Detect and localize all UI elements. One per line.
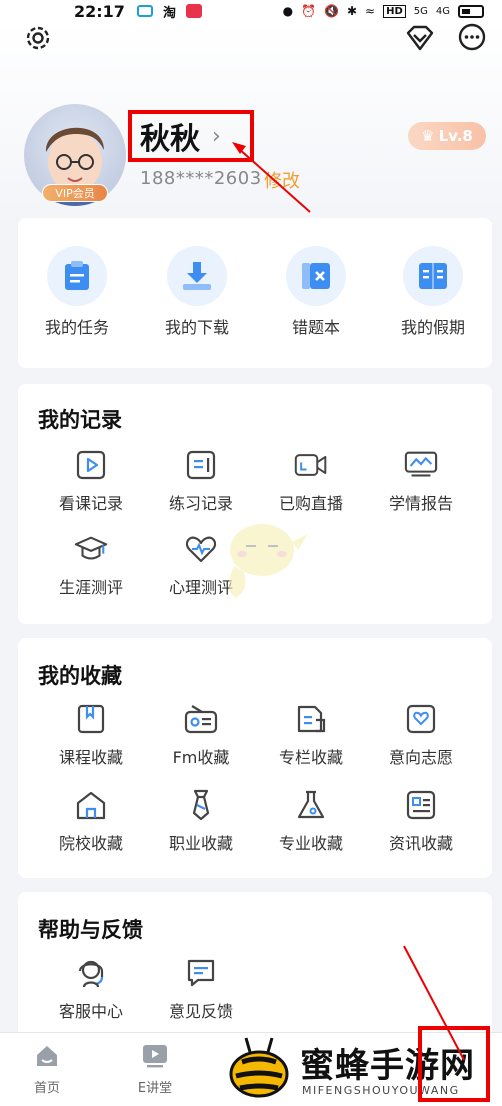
nav-label: E讲堂 (137, 1081, 173, 1096)
status-time: 22:17 (74, 1, 125, 21)
report-monitor-icon (404, 448, 438, 482)
quick-action-label: 错题本 (291, 318, 340, 337)
favorite-label: Fm收藏 (172, 748, 230, 767)
level-badge[interactable]: ♛ Lv.8 (408, 122, 486, 150)
favorite-label: 资讯收藏 (388, 834, 453, 853)
chat-icon[interactable] (456, 22, 488, 54)
practice-icon (184, 448, 218, 482)
nav-home[interactable]: 首页 (12, 1043, 82, 1096)
bilibili-icon (136, 5, 153, 17)
flask-icon (294, 788, 328, 822)
record-label: 学情报告 (388, 494, 453, 513)
records-title: 我的记录 (38, 408, 122, 432)
column-doc-icon (294, 702, 328, 736)
favorite-label: 课程收藏 (58, 748, 123, 767)
quick-action-wrongbook[interactable]: 错题本 (261, 246, 371, 338)
heart-pulse-icon (184, 532, 218, 566)
help-label: 客服中心 (58, 1002, 123, 1021)
help-label: 意见反馈 (168, 1002, 233, 1021)
signal-4g-icon: 4G (435, 5, 450, 17)
favorites-card: 我的收藏 课程收藏 Fm收藏 专栏收藏 意向志愿 院校收藏 职业收藏 专业收藏 … (18, 638, 492, 878)
help-card: 帮助与反馈 客服中心 意见反馈 (18, 892, 492, 1042)
book-icon (403, 246, 463, 306)
quick-actions-card: 我的任务 我的下载 错题本 我的假期 (18, 218, 492, 368)
record-item-practice[interactable]: 练习记录 (146, 448, 256, 514)
video-icon (143, 1045, 167, 1068)
download-icon (167, 246, 227, 306)
gear-icon[interactable] (22, 22, 54, 54)
school-icon (74, 788, 108, 822)
record-item-career[interactable]: 生涯测评 (36, 532, 146, 598)
headset-icon (74, 956, 108, 990)
wrongbook-icon (286, 246, 346, 306)
mascot-image (214, 510, 310, 602)
username: 秋秋 (140, 122, 200, 157)
nav-lecture[interactable]: E讲堂 (120, 1043, 190, 1096)
news-icon (404, 788, 438, 822)
diamond-icon[interactable] (404, 22, 436, 54)
play-record-icon (74, 448, 108, 482)
favorite-item-news[interactable]: 资讯收藏 (366, 788, 476, 854)
nav-label: 首页 (33, 1081, 60, 1096)
help-title: 帮助与反馈 (38, 918, 143, 942)
phone-number: 188****2603 (140, 168, 262, 189)
bookmark-book-icon (74, 702, 108, 736)
bee-logo-icon (229, 1037, 289, 1098)
app-badge-icon (185, 4, 202, 18)
record-label: 生涯测评 (58, 578, 123, 597)
favorite-item-school[interactable]: 院校收藏 (36, 788, 146, 854)
favorite-label: 院校收藏 (58, 834, 123, 853)
quick-action-label: 我的假期 (400, 318, 465, 337)
signal-5g-icon: 5G (413, 5, 428, 17)
heart-card-icon (404, 702, 438, 736)
crown-icon: ♛ (421, 127, 435, 145)
radio-icon (184, 702, 218, 736)
graduation-cap-icon (74, 532, 108, 566)
record-label: 看课记录 (58, 494, 123, 513)
favorites-title: 我的收藏 (38, 664, 122, 688)
favorite-item-career[interactable]: 职业收藏 (146, 788, 256, 854)
tie-icon (184, 788, 218, 822)
favorite-item-intention[interactable]: 意向志愿 (366, 702, 476, 768)
favorite-item-fm[interactable]: Fm收藏 (146, 702, 256, 768)
chevron-right-icon: › (212, 123, 221, 149)
annotation-box-profile-tab (418, 1026, 490, 1102)
live-camera-icon (294, 448, 328, 482)
record-item-report[interactable]: 学情报告 (366, 448, 476, 514)
level-label: Lv.8 (438, 127, 473, 145)
battery-icon (458, 4, 484, 18)
favorite-item-course[interactable]: 课程收藏 (36, 702, 146, 768)
status-system-icons: ● ⏰ 🔇 ✱ ≈ HD 5G 4G (283, 4, 484, 18)
favorite-label: 职业收藏 (168, 834, 233, 853)
status-bar: 22:17 淘 ● ⏰ 🔇 ✱ ≈ HD 5G 4G (0, 0, 502, 22)
favorite-item-column[interactable]: 专栏收藏 (256, 702, 366, 768)
favorite-label: 专业收藏 (278, 834, 343, 853)
quick-action-downloads[interactable]: 我的下载 (142, 246, 252, 338)
feedback-icon (184, 956, 218, 990)
clipboard-icon (47, 246, 107, 306)
quick-action-label: 我的下载 (164, 318, 229, 337)
record-item-live[interactable]: 已购直播 (256, 448, 366, 514)
help-item-service[interactable]: 客服中心 (36, 956, 146, 1022)
quick-action-holiday[interactable]: 我的假期 (378, 246, 488, 338)
bluetooth-icon: ✱ (346, 4, 358, 18)
username-link[interactable]: 秋秋 › (128, 110, 254, 162)
taobao-icon: 淘 (162, 5, 176, 21)
record-item-watch[interactable]: 看课记录 (36, 448, 146, 514)
favorite-label: 专栏收藏 (278, 748, 343, 767)
quick-action-label: 我的任务 (44, 318, 109, 337)
status-app-icons: 淘 (136, 2, 202, 21)
favorite-label: 意向志愿 (388, 748, 453, 767)
quick-action-tasks[interactable]: 我的任务 (22, 246, 132, 338)
hd-icon: HD (383, 4, 406, 18)
vip-badge: VIP会员 (42, 184, 108, 202)
location-icon: ● (282, 4, 294, 18)
alarm-icon: ⏰ (301, 4, 316, 18)
edit-phone-link[interactable]: 修改 (264, 167, 300, 193)
wifi-icon: ≈ (365, 4, 376, 18)
home-icon (37, 1046, 57, 1066)
mute-icon: 🔇 (324, 4, 339, 18)
help-item-feedback[interactable]: 意见反馈 (146, 956, 256, 1022)
favorite-item-major[interactable]: 专业收藏 (256, 788, 366, 854)
